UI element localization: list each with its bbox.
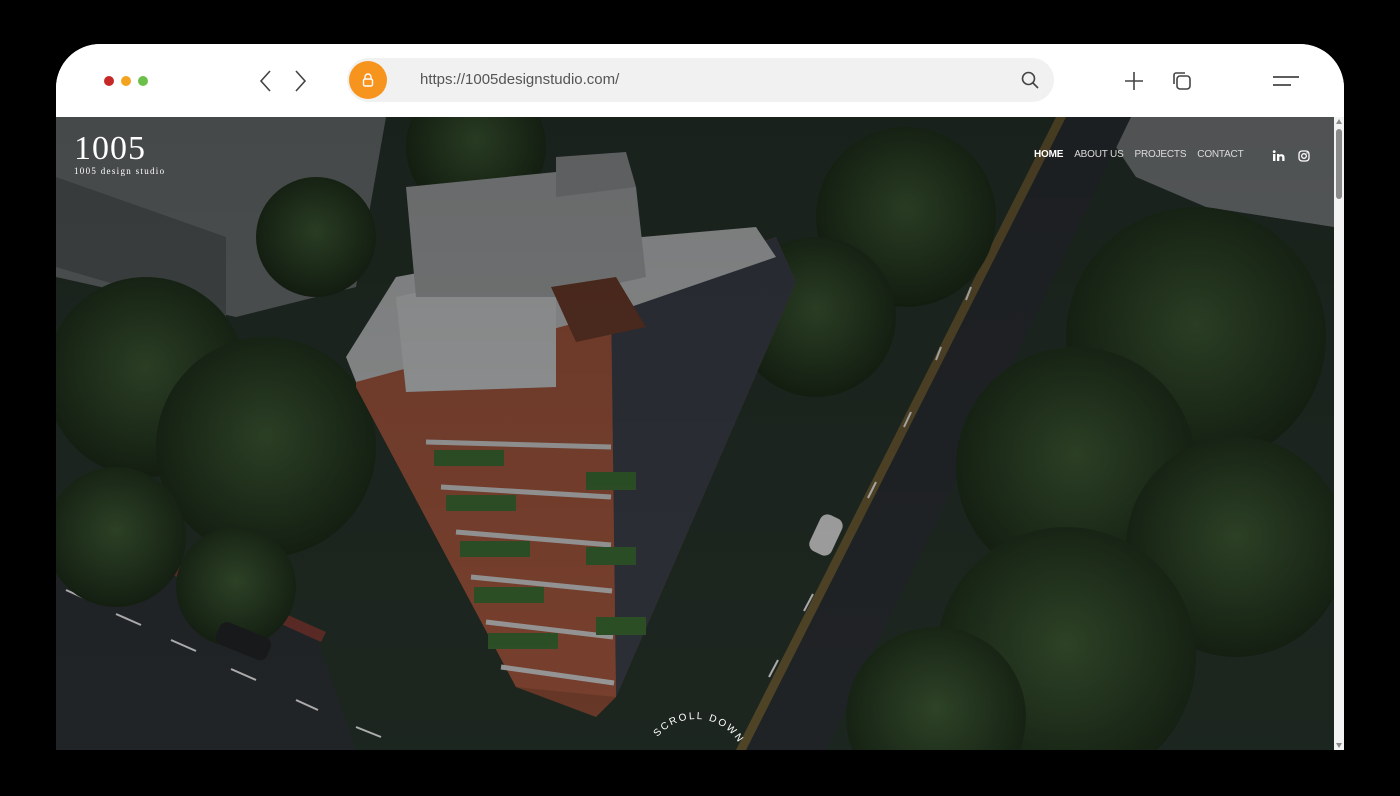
scroll-down-indicator[interactable]: SCROLL DOWN — [631, 694, 761, 750]
search-icon[interactable] — [1020, 70, 1040, 90]
hero-building-render — [56, 117, 1334, 750]
tabs-icon[interactable] — [1170, 69, 1194, 93]
linkedin-icon[interactable] — [1272, 149, 1286, 163]
scroll-down-arrow-icon[interactable] — [1336, 743, 1342, 748]
url-text: https://1005designstudio.com/ — [420, 71, 620, 88]
menu-icon[interactable] — [1271, 69, 1301, 93]
minimize-window-button[interactable] — [121, 76, 131, 86]
instagram-icon[interactable] — [1297, 149, 1311, 163]
page-scrollbar[interactable] — [1334, 117, 1344, 750]
page-viewport: 1005 1005 design studio HOME ABOUT US PR… — [56, 117, 1334, 750]
scroll-up-arrow-icon[interactable] — [1336, 119, 1342, 124]
lock-icon — [349, 61, 387, 99]
close-window-button[interactable] — [104, 76, 114, 86]
browser-toolbar: https://1005designstudio.com/ — [56, 44, 1344, 117]
address-bar[interactable]: https://1005designstudio.com/ — [347, 58, 1054, 102]
new-tab-icon[interactable] — [1122, 69, 1146, 93]
scroll-thumb[interactable] — [1336, 129, 1342, 199]
logo-mark: 1005 — [74, 130, 146, 167]
nav-contact[interactable]: CONTACT — [1197, 149, 1243, 160]
site-nav: HOME ABOUT US PROJECTS CONTACT — [1034, 149, 1244, 160]
nav-about-us[interactable]: ABOUT US — [1074, 149, 1124, 160]
nav-home[interactable]: HOME — [1034, 149, 1063, 160]
forward-icon[interactable] — [288, 68, 312, 94]
back-icon[interactable] — [254, 68, 278, 94]
nav-projects[interactable]: PROJECTS — [1135, 149, 1187, 160]
svg-text:SCROLL DOWN: SCROLL DOWN — [652, 711, 746, 746]
site-logo[interactable]: 1005 1005 design studio — [74, 130, 166, 177]
scroll-down-text: SCROLL DOWN — [652, 711, 744, 746]
logo-subtitle: 1005 design studio — [74, 166, 166, 176]
browser-window: https://1005designstudio.com/ 1005 1005 … — [56, 44, 1344, 750]
maximize-window-button[interactable] — [138, 76, 148, 86]
